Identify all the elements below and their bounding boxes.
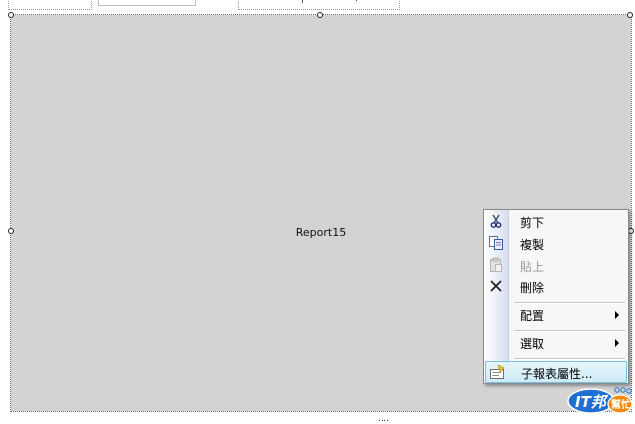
resize-handle-middle-left[interactable]	[8, 228, 14, 234]
menu-item-label: 子報表屬性...	[521, 367, 593, 381]
scissors-icon	[488, 213, 504, 229]
menu-item-select[interactable]: 選取	[485, 332, 627, 353]
resize-handle-top-right[interactable]	[627, 12, 633, 18]
menu-item-label: 選取	[520, 337, 545, 351]
resize-handle-top-center[interactable]	[317, 12, 323, 18]
submenu-arrow-icon	[615, 339, 619, 347]
top-divider-mark	[302, 0, 303, 3]
menu-item-delete[interactable]: 刪除	[485, 276, 627, 297]
menu-item-label: 剪下	[520, 216, 545, 230]
copy-icon	[488, 235, 504, 251]
menu-item-copy[interactable]: 複製	[485, 233, 627, 254]
submenu-arrow-icon	[615, 311, 619, 319]
bottom-resize-grip[interactable]: ‥‥	[378, 414, 389, 424]
menu-item-paste[interactable]: 貼上	[485, 255, 627, 276]
ithome-logo: IT邦 幫忙	[567, 385, 633, 415]
menu-item-label: 刪除	[520, 281, 545, 295]
menu-separator	[514, 358, 625, 360]
top-control-right[interactable]	[238, 0, 400, 10]
menu-item-subreport-properties[interactable]: 子報表屬性...	[485, 361, 627, 383]
menu-item-label: 複製	[520, 238, 545, 252]
svg-text:幫忙: 幫忙	[611, 398, 631, 411]
menu-item-label: 配置	[520, 309, 545, 323]
menu-item-cut[interactable]: 剪下	[485, 211, 627, 232]
top-control-left[interactable]	[8, 0, 92, 10]
resize-handle-top-left[interactable]	[8, 12, 14, 18]
properties-icon	[489, 364, 505, 380]
paste-icon	[488, 257, 504, 273]
top-divider-mark-2	[356, 0, 357, 1]
menu-item-layout[interactable]: 配置	[485, 304, 627, 325]
menu-item-label: 貼上	[520, 260, 545, 274]
top-input-box[interactable]	[98, 0, 196, 6]
context-menu: 剪下 複製 貼上 刪除 配置 選取 子報表屬性...	[483, 209, 629, 384]
delete-x-icon	[488, 278, 504, 294]
svg-text:IT邦: IT邦	[575, 393, 609, 411]
